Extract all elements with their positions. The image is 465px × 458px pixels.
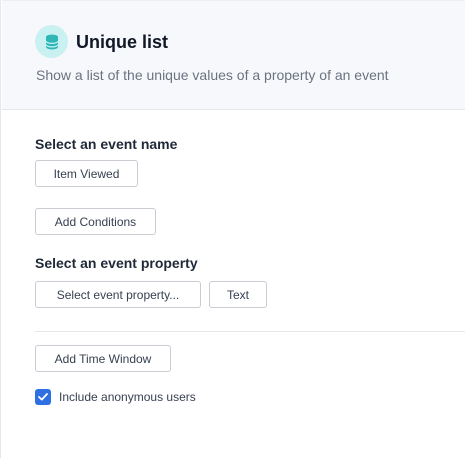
unique-list-panel: Unique list Show a list of the unique va… — [0, 0, 465, 458]
include-anonymous-label[interactable]: Include anonymous users — [59, 389, 196, 405]
event-property-label: Select an event property — [35, 255, 198, 271]
add-conditions-button[interactable]: Add Conditions — [35, 208, 156, 235]
checkmark-icon — [38, 393, 48, 401]
section-divider — [35, 331, 465, 332]
property-type-button[interactable]: Text — [209, 281, 267, 308]
panel-title: Unique list — [76, 32, 169, 52]
add-time-window-button[interactable]: Add Time Window — [35, 345, 171, 372]
panel-subtitle: Show a list of the unique values of a pr… — [36, 67, 389, 83]
database-icon — [35, 25, 68, 58]
panel-header: Unique list Show a list of the unique va… — [2, 0, 465, 110]
event-property-select[interactable]: Select event property... — [35, 281, 201, 308]
event-name-button[interactable]: Item Viewed — [35, 160, 138, 187]
event-name-label: Select an event name — [35, 136, 178, 152]
include-anonymous-checkbox[interactable] — [35, 389, 51, 405]
